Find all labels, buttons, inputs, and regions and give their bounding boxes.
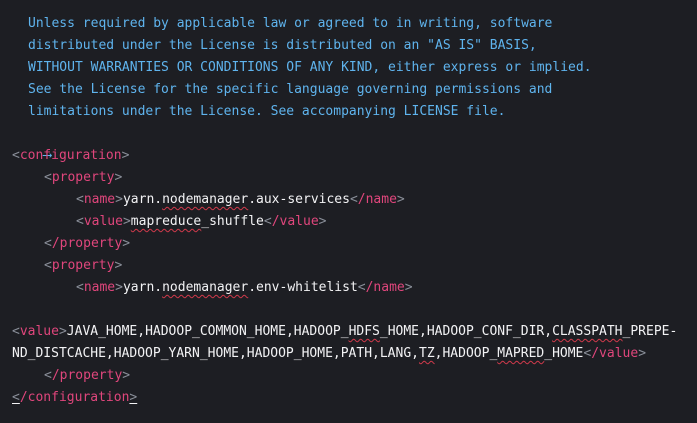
bracket: <: [12, 148, 20, 163]
configuration-open-tag: configuration: [19, 148, 122, 163]
comment-line: See the License for the specific languag…: [28, 82, 553, 97]
spellcheck-word: CLASSPATH: [552, 324, 623, 339]
property-value-text: _shuffle: [201, 214, 264, 229]
name-line: <name>yarn.nodemanager.aux-services</nam…: [76, 189, 405, 211]
bracket: >: [114, 170, 123, 185]
bracket: >: [58, 324, 67, 339]
bracket: <: [12, 324, 20, 339]
code-editor[interactable]: Unless required by applicable law or agr…: [0, 0, 697, 423]
bracket: >: [396, 192, 405, 207]
bracket: >: [115, 280, 123, 295]
bracket: <: [357, 280, 366, 295]
bracket: <: [263, 214, 272, 229]
bracket: >: [122, 368, 131, 383]
bracket: >: [638, 346, 647, 361]
comment-line: WITHOUT WARRANTIES OR CONDITIONS OF ANY …: [28, 60, 592, 75]
value-line: <value>mapreduce_shuffle</value>: [76, 211, 327, 233]
bracket: >: [121, 148, 130, 163]
property-value-text: ,HADOOP_: [434, 346, 498, 361]
spellcheck-word: mapreduce: [130, 214, 202, 229]
comment-close: ⟶: [12, 123, 51, 163]
property-value-text: ND_DISTCACHE,HADOOP_YARN_HOME,HADOOP_HOM…: [12, 346, 419, 361]
property-name-text: yarn.: [122, 192, 163, 207]
property-value-text: _HOME,HADOOP_CONF_DIR,: [379, 324, 553, 339]
value-continuation-line: ND_DISTCACHE,HADOOP_YARN_HOME,HADOOP_HOM…: [12, 343, 646, 365]
spellcheck-word: MAPRED: [497, 346, 545, 361]
spellcheck-word: TZ: [419, 346, 435, 361]
spellcheck-word: nodemanager: [162, 192, 249, 207]
bracket: <: [44, 258, 52, 273]
bracket: >: [122, 214, 131, 229]
bracket: <: [76, 280, 84, 295]
configuration-close-tag: /configuration: [19, 390, 130, 405]
bracket: <: [76, 214, 84, 229]
spellcheck-word: HDFS: [348, 324, 380, 339]
comment-line: Unless required by applicable law or agr…: [28, 16, 553, 31]
property-close-tag: /property: [51, 236, 123, 251]
configuration-open-line: <configuration>: [12, 145, 129, 167]
name-open-tag: name: [83, 192, 116, 207]
value-open-tag: value: [83, 214, 123, 229]
bracket: <: [12, 390, 20, 405]
bracket: <: [44, 236, 52, 251]
bracket: <: [76, 192, 84, 207]
property-value-text: JAVA_HOME,HADOOP_COMMON_HOME,HADOOP_: [66, 324, 349, 339]
property-open-line: <property>: [44, 255, 122, 277]
property-name-text: yarn.: [122, 280, 163, 295]
name-close-tag: /name: [365, 280, 405, 295]
bracket: >: [114, 258, 123, 273]
name-open-tag: name: [83, 280, 116, 295]
value-line: <value>JAVA_HOME,HADOOP_COMMON_HOME,HADO…: [12, 321, 677, 343]
bracket: >: [318, 214, 327, 229]
bracket: <: [44, 368, 52, 383]
configuration-close-line: </configuration>: [12, 387, 137, 409]
spellcheck-word: nodemanager: [162, 280, 249, 295]
value-close-tag: /value: [591, 346, 639, 361]
property-open-tag: property: [51, 170, 115, 185]
bracket: <: [44, 170, 52, 185]
property-value-text: _PREPE-: [622, 324, 678, 339]
bracket: >: [129, 390, 138, 405]
bracket: >: [404, 280, 413, 295]
comment-line: distributed under the License is distrib…: [28, 38, 537, 53]
value-close-tag: /value: [271, 214, 319, 229]
property-close-line: </property>: [44, 233, 130, 255]
comment-line: limitations under the License. See accom…: [28, 104, 506, 119]
property-name-text: .aux-services: [248, 192, 350, 207]
bracket: >: [115, 192, 123, 207]
property-name-text: .env-whitelist: [248, 280, 358, 295]
value-open-tag: value: [19, 324, 59, 339]
property-close-tag: /property: [51, 368, 123, 383]
bracket: >: [122, 236, 131, 251]
property-open-tag: property: [51, 258, 115, 273]
property-open-line: <property>: [44, 167, 122, 189]
name-line: <name>yarn.nodemanager.env-whitelist</na…: [76, 277, 413, 299]
bracket: <: [349, 192, 358, 207]
name-close-tag: /name: [357, 192, 397, 207]
property-close-line: </property>: [44, 365, 130, 387]
property-value-text: _HOME: [544, 346, 584, 361]
